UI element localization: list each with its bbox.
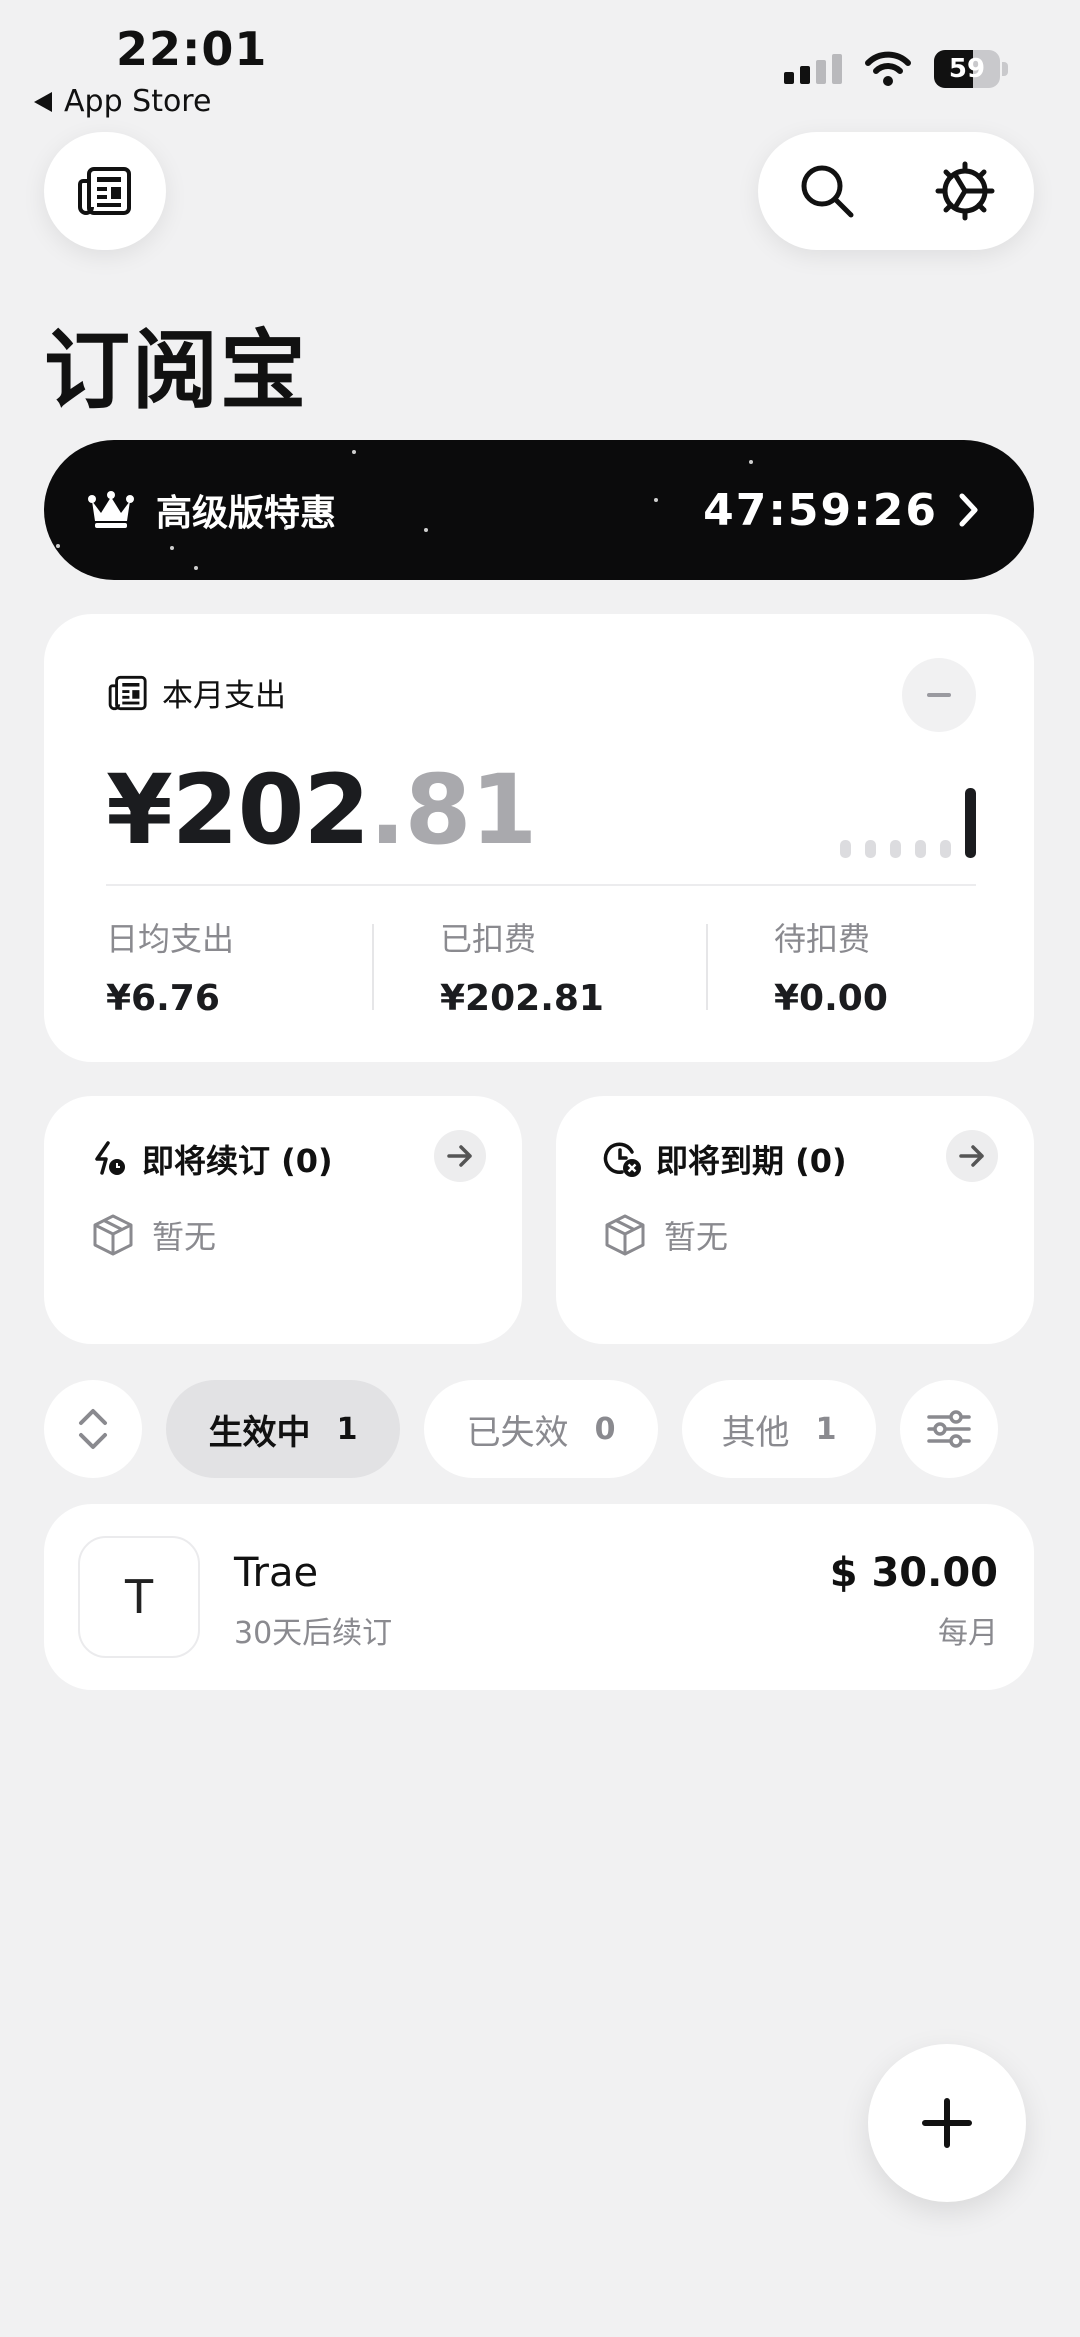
filter-tab-expired[interactable]: 已失效 0 — [424, 1380, 658, 1478]
settings-button[interactable] — [925, 151, 1005, 231]
promo-countdown: 47:59:26 — [703, 484, 938, 536]
empty-text: 暂无 — [152, 1218, 217, 1256]
battery-percent: 59 — [948, 54, 986, 84]
sliders-icon — [927, 1410, 971, 1448]
stat-pending: 待扣费 ¥0.00 — [774, 914, 888, 1019]
filter-count: 1 — [336, 1411, 358, 1447]
empty-state: 暂无 — [602, 1212, 728, 1258]
expense-title: 本月支出 — [162, 678, 286, 714]
cellular-signal-icon — [784, 54, 842, 84]
status-time: 22:01 — [116, 22, 268, 76]
subscription-renewal: 30天后续订 — [234, 1616, 393, 1651]
upcoming-expiry-card[interactable]: 即将到期 (0) 暂无 — [556, 1096, 1034, 1344]
subscription-cycle: 每月 — [938, 1616, 998, 1651]
arrow-right-button[interactable] — [434, 1130, 486, 1182]
monthly-expense-card: 本月支出 ¥202.81 日均支出 ¥6.76 已扣费 ¥202.81 待扣费 … — [44, 614, 1034, 1062]
stat-value: ¥0.00 — [774, 978, 888, 1019]
minus-icon — [927, 693, 951, 697]
renew-bolt-icon — [95, 1141, 125, 1175]
subscription-price: $ 30.00 — [829, 1550, 998, 1596]
stat-charged: 已扣费 ¥202.81 — [440, 914, 604, 1019]
arrow-right-button[interactable] — [946, 1130, 998, 1182]
gear-icon — [935, 161, 995, 221]
filter-count: 0 — [594, 1411, 616, 1447]
add-subscription-button[interactable] — [868, 2044, 1026, 2202]
filter-bar: 生效中 1 已失效 0 其他 1 — [44, 1380, 998, 1478]
filter-label: 已失效 — [466, 1412, 569, 1453]
monthly-amount: ¥202.81 — [106, 754, 537, 866]
stat-label: 待扣费 — [774, 920, 871, 958]
empty-state: 暂无 — [90, 1212, 216, 1258]
newspaper-icon — [78, 167, 131, 215]
plus-icon — [922, 2098, 972, 2148]
back-to-app-store[interactable]: App Store — [34, 84, 211, 119]
stat-value: ¥202.81 — [440, 978, 604, 1019]
subscription-name: Trae — [234, 1550, 319, 1596]
divider — [372, 924, 374, 1010]
newspaper-icon — [108, 675, 147, 710]
chevron-right-icon — [959, 493, 978, 527]
collapse-button[interactable] — [902, 658, 976, 732]
filter-options-button[interactable] — [900, 1380, 998, 1478]
wifi-icon — [865, 51, 911, 86]
battery-icon: 59 — [934, 50, 1008, 88]
filter-tab-other[interactable]: 其他 1 — [682, 1380, 876, 1478]
sort-button[interactable] — [44, 1380, 142, 1478]
card-title-text: 即将续订 (0) — [142, 1142, 333, 1180]
filter-label: 其他 — [721, 1412, 790, 1453]
arrow-right-icon — [959, 1145, 984, 1167]
box-icon — [93, 1214, 133, 1256]
page-title: 订阅宝 — [44, 321, 308, 421]
status-icons: 59 — [784, 50, 1008, 88]
expense-header: 本月支出 — [108, 670, 286, 715]
card-title-text: 即将到期 (0) — [656, 1142, 847, 1180]
box-icon — [605, 1214, 645, 1256]
amount-decimal: .81 — [369, 754, 537, 866]
stat-daily-average: 日均支出 ¥6.76 — [106, 914, 234, 1019]
upcoming-renewal-card[interactable]: 即将续订 (0) 暂无 — [44, 1096, 522, 1344]
sort-icon — [79, 1409, 107, 1449]
clock-x-icon — [603, 1142, 641, 1177]
promo-label: 高级版特惠 — [156, 493, 337, 534]
back-label: App Store — [64, 84, 212, 119]
filter-tab-active[interactable]: 生效中 1 — [166, 1380, 400, 1478]
stat-value: ¥6.76 — [106, 978, 220, 1019]
empty-text: 暂无 — [664, 1218, 729, 1256]
card-title: 即将到期 (0) — [602, 1136, 847, 1182]
spending-mini-chart — [840, 784, 976, 858]
news-button[interactable] — [44, 132, 166, 250]
filter-label: 生效中 — [208, 1412, 311, 1453]
divider — [706, 924, 708, 1010]
search-icon — [801, 165, 854, 218]
arrow-right-icon — [447, 1145, 472, 1167]
divider — [106, 884, 976, 886]
top-actions — [758, 132, 1034, 250]
amount-integer: ¥202 — [106, 754, 370, 866]
back-triangle-icon — [34, 91, 52, 112]
search-button[interactable] — [787, 151, 867, 231]
filter-count: 1 — [815, 1411, 837, 1447]
subscription-item[interactable]: T Trae 30天后续订 $ 30.00 每月 — [44, 1504, 1034, 1690]
premium-offer-banner[interactable]: 高级版特惠 47:59:26 — [44, 440, 1034, 580]
subscription-logo: T — [78, 1536, 200, 1658]
stat-label: 已扣费 — [440, 920, 537, 958]
crown-icon — [88, 491, 134, 528]
stat-label: 日均支出 — [106, 920, 235, 958]
card-title: 即将续订 (0) — [90, 1136, 333, 1182]
